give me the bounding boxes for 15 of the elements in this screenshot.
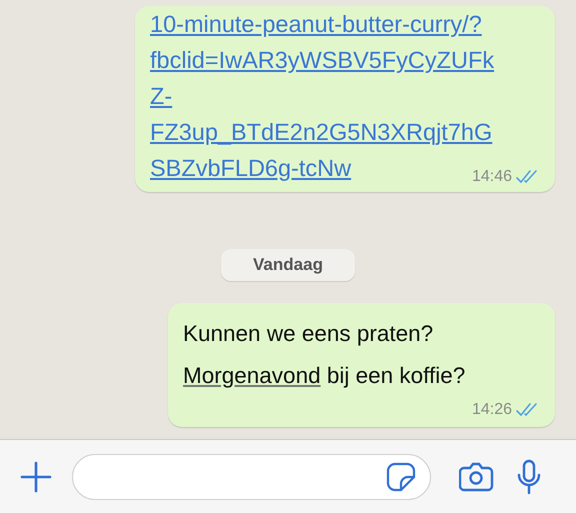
message-text: Kunnen we eens praten? Morgenavond bij een koffie? bbox=[183, 320, 466, 390]
message-time: 14:46 bbox=[472, 168, 512, 186]
message-link[interactable]: SBZvbFLD6g-tcNw bbox=[150, 150, 352, 186]
microphone-icon[interactable] bbox=[515, 458, 543, 494]
message-time: 14:26 bbox=[472, 401, 512, 419]
date-link[interactable]: Morgenavond bbox=[183, 363, 321, 388]
message-link[interactable]: FZ3up_BTdE2n2G5N3XRqjt7hG bbox=[150, 114, 492, 150]
plus-icon[interactable] bbox=[20, 460, 52, 492]
message-link[interactable]: Z- bbox=[150, 78, 172, 114]
camera-icon[interactable] bbox=[459, 462, 495, 492]
message-input[interactable] bbox=[72, 454, 431, 500]
date-label: Vandaag bbox=[221, 249, 355, 281]
message-link[interactable]: fbclid=IwAR3yWSBV5FyCyZUFk bbox=[150, 42, 494, 78]
sticker-icon[interactable] bbox=[386, 462, 416, 492]
message-link[interactable]: 10-minute-peanut-butter-curry/? bbox=[150, 6, 482, 42]
